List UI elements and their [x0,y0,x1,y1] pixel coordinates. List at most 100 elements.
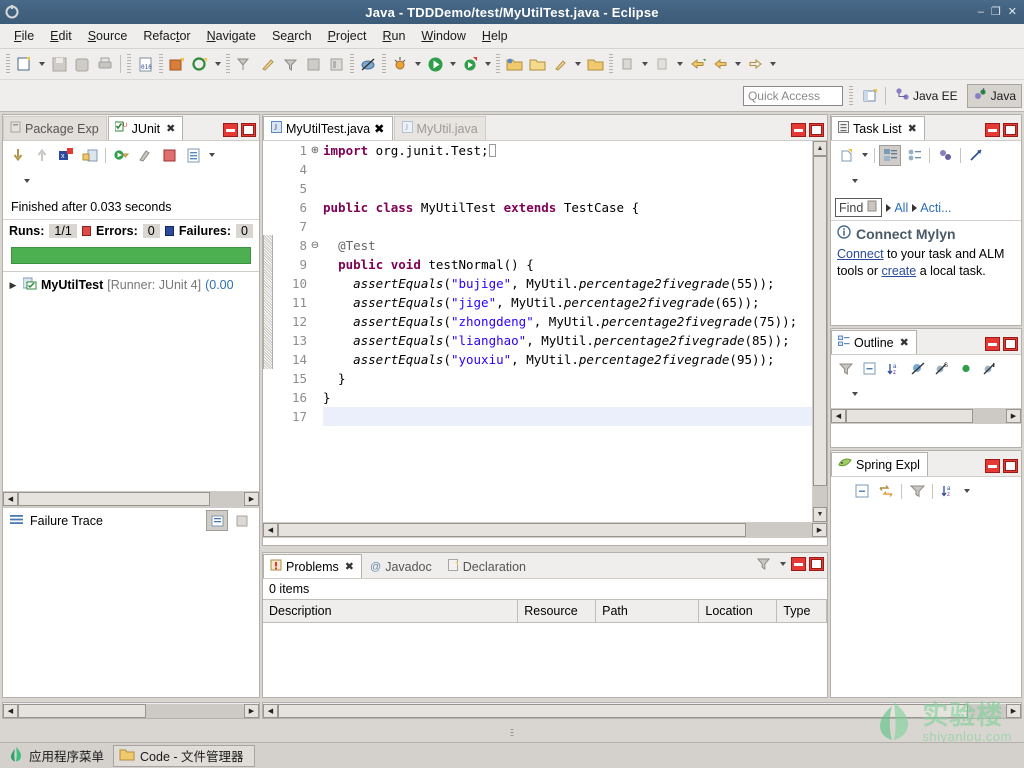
scroll-left-icon[interactable]: ◀ [831,409,846,423]
spring-filter-icon[interactable] [906,481,928,502]
externalize-strings-icon[interactable] [256,53,278,75]
fold-marker[interactable] [309,160,321,179]
fold-marker[interactable] [309,217,321,236]
link-with-editor-icon[interactable] [875,481,897,502]
new-java-package-icon[interactable] [166,53,188,75]
open-task-folder-icon[interactable] [584,53,606,75]
column-header-type[interactable]: Type [777,600,828,622]
close-button[interactable]: ✕ [1008,6,1017,18]
menu-run[interactable]: Run [374,26,413,46]
new-wizard-icon[interactable] [13,53,35,75]
menu-help[interactable]: Help [474,26,516,46]
maximize-tasklist-button[interactable] [1003,123,1018,137]
status-bar-grip[interactable] [510,729,514,738]
maximize-spring-button[interactable] [1003,459,1018,473]
lock-scroll-icon[interactable] [79,145,101,166]
fold-marker[interactable]: ⊕ [309,141,321,160]
expand-arrow-icon[interactable]: ▶ [7,280,19,291]
code-line[interactable]: @Test [323,236,812,255]
taskbar-item-code[interactable]: Code - 文件管理器 [113,744,255,767]
toolbar-grip-5[interactable] [350,54,354,74]
code-line[interactable] [323,179,812,198]
spring-view-menu-icon[interactable] [961,480,972,502]
close-icon[interactable]: ✖ [166,122,175,135]
test-run-history-icon[interactable] [182,145,204,166]
open-type-icon[interactable] [302,53,324,75]
editor-hscrollbar[interactable]: ◀ ▶ [263,522,827,538]
back-icon[interactable] [709,53,731,75]
tab-junit[interactable]: U JUnit ✖ [107,116,184,140]
code-line[interactable]: public void testNormal() { [323,255,812,274]
scroll-left-icon[interactable]: ◀ [263,703,278,718]
code-line[interactable]: public class MyUtilTest extends TestCase… [323,198,812,217]
junit-tree-hscrollbar[interactable]: ◀ ▶ [3,491,259,507]
code-line[interactable]: assertEquals("zhongdeng", MyUtil.percent… [323,312,812,331]
pencil-dropdown-icon[interactable] [572,53,583,75]
code-line[interactable] [323,407,812,426]
fold-marker[interactable] [309,407,321,426]
show-failures-only-icon[interactable]: x [55,145,77,166]
maximize-outline-button[interactable] [1003,337,1018,351]
scroll-right-icon[interactable]: ▶ [1006,703,1021,718]
toolbar-grip-2[interactable] [127,54,131,74]
close-icon[interactable]: ✖ [900,336,909,349]
scroll-left-icon[interactable]: ◀ [3,492,18,506]
minimize-view-button[interactable] [223,123,238,137]
run-dropdown-icon[interactable] [447,53,458,75]
column-header-location[interactable]: Location [699,600,778,622]
new-folder-icon[interactable] [503,53,525,75]
new-java-class-icon[interactable] [189,53,211,75]
create-link[interactable]: create [881,264,916,278]
perspective-java[interactable]: J Java [966,83,1022,108]
column-header-path[interactable]: Path [596,600,700,622]
scheduled-presentation-icon[interactable] [903,145,925,166]
menu-refactor[interactable]: Refactor [135,26,198,46]
code-line[interactable]: import org.junit.Test; [323,141,812,160]
folding-ruler[interactable]: ⊕ ⊖ [309,141,321,522]
debug-dropdown-icon[interactable] [412,53,423,75]
minimize-tasklist-button[interactable] [985,123,1000,137]
tab-task-list[interactable]: Task List ✖ [831,116,925,140]
code-line[interactable]: } [323,369,812,388]
menu-window[interactable]: Window [413,26,473,46]
left-panel-hscrollbar[interactable]: ◀ ▶ [2,702,260,719]
junit-hscroll-thumb[interactable] [18,492,210,506]
tab-javadoc[interactable]: @ Javadoc [363,554,440,578]
fold-marker[interactable]: ⊖ [309,236,321,255]
scroll-left-icon[interactable]: ◀ [3,703,18,718]
editor-hscroll-thumb[interactable] [278,523,746,537]
back-history-icon[interactable] [686,53,708,75]
connect-link[interactable]: Connect [837,247,884,261]
minimize-button[interactable]: – [978,6,984,18]
scroll-left-icon[interactable]: ◀ [263,523,278,537]
editor-vscrollbar[interactable]: ▲ ▼ [812,141,827,522]
maximize-problems-button[interactable] [809,557,824,571]
source-code[interactable]: import org.junit.Test; public class MyUt… [321,141,812,522]
code-line[interactable]: assertEquals("bujige", MyUtil.percentage… [323,274,812,293]
filter-all[interactable]: All [886,201,908,215]
tab-problems[interactable]: Problems ✖ [263,554,363,578]
outline-hscroll-thumb[interactable] [846,409,973,423]
scroll-up-icon[interactable]: ▲ [813,141,827,156]
junit-results-tree[interactable]: ▶ MyUtilTest [Runner: JUnit 4] (0.00 [3,271,259,416]
tab-outline[interactable]: Outline ✖ [831,330,917,354]
bottom-panel-hscrollbar[interactable]: ◀ ▶ [262,702,1022,719]
problems-table-body[interactable] [263,623,827,683]
close-icon[interactable]: ✖ [908,122,917,135]
editor-hscroll-track[interactable] [278,523,812,537]
perspective-java-ee[interactable]: Java EE [890,84,963,108]
scroll-down-icon[interactable]: ▼ [813,507,827,522]
search-filter-icon[interactable] [279,53,301,75]
code-line[interactable]: assertEquals("youxiu", MyUtil.percentage… [323,350,812,369]
fold-marker[interactable] [309,331,321,350]
next-annotation-dropdown-icon[interactable] [639,53,650,75]
menu-source[interactable]: Source [80,26,136,46]
editor-vscroll-track[interactable] [813,156,827,507]
column-header-description[interactable]: Description [263,600,519,622]
filter-stack-trace-icon[interactable] [231,510,253,531]
menu-search[interactable]: Search [264,26,320,46]
sort-alphabetically-icon[interactable]: az [937,481,959,502]
run-icon[interactable] [424,53,446,75]
new-annotation-icon[interactable] [233,53,255,75]
problems-filter-icon[interactable] [752,554,774,575]
